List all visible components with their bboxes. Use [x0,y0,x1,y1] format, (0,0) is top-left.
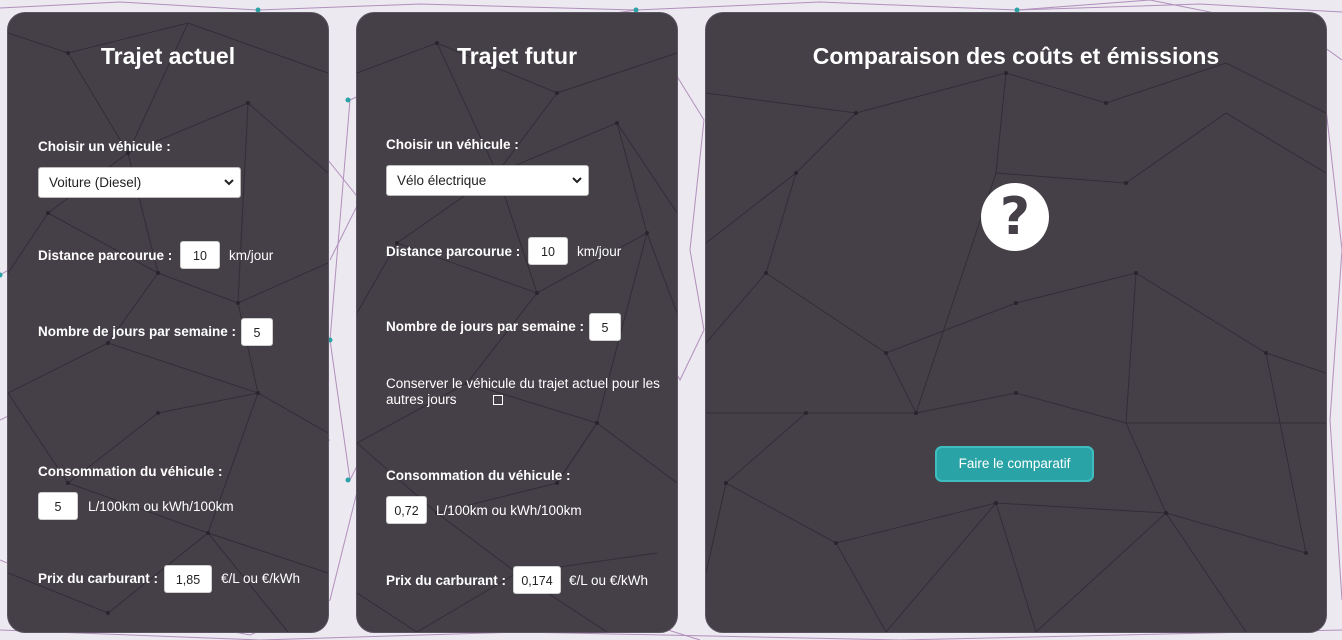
current-fuel-price-label: Prix du carburant : [38,571,159,586]
current-consumption-input[interactable]: 5 [38,492,78,520]
future-vehicle-value: Vélo électrique [397,173,487,188]
current-vehicle-select[interactable]: Voiture (Diesel) [38,167,241,198]
future-distance-unit: km/jour [577,244,622,259]
future-fuel-price-label: Prix du carburant : [386,573,507,588]
current-distance-label: Distance parcourue : [38,248,173,263]
future-fuel-price-input[interactable]: 0,174 [513,566,561,594]
future-distance-label: Distance parcourue : [386,244,521,259]
current-days-label: Nombre de jours par semaine : [38,324,237,339]
current-consumption-unit: L/100km ou kWh/100km [88,499,234,514]
current-trip-panel: Trajet actuel Choisir un véhicule : Voit… [7,12,329,633]
future-days-label: Nombre de jours par semaine : [386,319,585,334]
panel-network-pattern [8,22,328,632]
future-trip-panel: Trajet futur Choisir un véhicule : Vélo … [356,12,678,633]
current-days-input[interactable]: 5 [241,318,273,346]
compare-button[interactable]: Faire le comparatif [935,446,1094,482]
future-trip-title: Trajet futur [456,43,578,69]
future-consumption-label: Consommation du véhicule : [386,468,571,483]
question-circle-icon: ? [981,183,1049,251]
current-vehicle-label: Choisir un véhicule : [38,139,171,154]
current-distance-input[interactable]: 10 [180,241,220,269]
future-distance-input[interactable]: 10 [528,237,568,265]
future-vehicle-select[interactable]: Vélo électrique [386,165,589,196]
future-vehicle-label: Choisir un véhicule : [386,137,519,152]
chevron-down-icon [224,179,234,186]
current-trip-title: Trajet actuel [100,43,236,69]
future-fuel-price-unit: €/L ou €/kWh [569,573,649,588]
current-fuel-price-input[interactable]: 1,85 [164,565,212,593]
keep-vehicle-label: Conserver le véhicule du trajet actuel p… [386,376,660,407]
keep-vehicle-option: Conserver le véhicule du trajet actuel p… [386,376,666,408]
future-consumption-input[interactable]: 0,72 [386,496,427,524]
current-consumption-label: Consommation du véhicule : [38,464,223,479]
future-days-input[interactable]: 5 [589,313,621,341]
chevron-down-icon [572,177,582,184]
comparison-panel: Comparaison des coûts et émissions ? Fai… [705,12,1327,633]
future-consumption-unit: L/100km ou kWh/100km [436,503,582,518]
current-distance-unit: km/jour [229,248,274,263]
comparison-title: Comparaison des coûts et émissions [812,43,1220,69]
panel-network-pattern [706,62,1326,632]
current-vehicle-value: Voiture (Diesel) [49,175,142,190]
keep-vehicle-checkbox[interactable] [493,395,503,405]
current-fuel-price-unit: €/L ou €/kWh [221,571,301,586]
